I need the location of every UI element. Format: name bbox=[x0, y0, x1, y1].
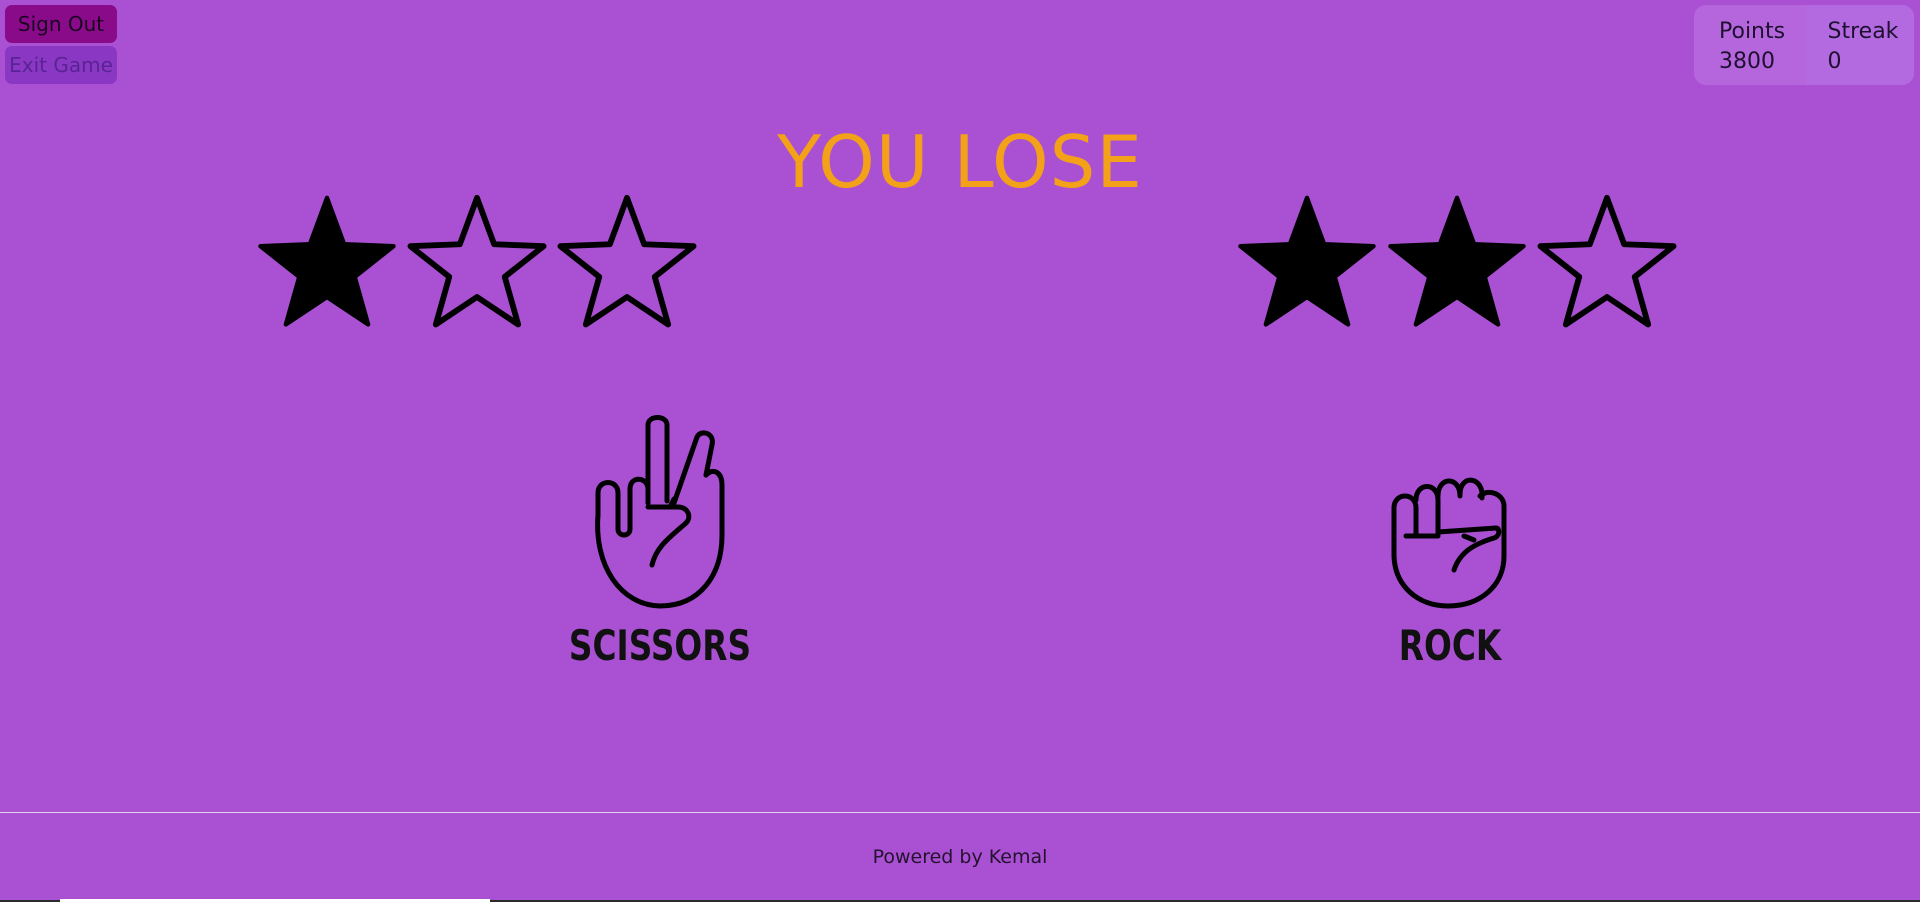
points-stat: Points 3800 bbox=[1694, 5, 1806, 85]
player-stars bbox=[254, 192, 700, 332]
star-filled-icon bbox=[1388, 195, 1526, 327]
star-empty-icon bbox=[1537, 194, 1677, 328]
footer-credit: Powered by Kemal bbox=[872, 846, 1048, 868]
scissors-hand-icon bbox=[595, 415, 725, 609]
sign-out-button[interactable]: Sign Out bbox=[5, 5, 117, 43]
star-filled-icon bbox=[258, 195, 396, 327]
rock-fist-icon bbox=[1391, 477, 1507, 609]
exit-game-button[interactable]: Exit Game bbox=[5, 46, 117, 84]
streak-label: Streak bbox=[1827, 19, 1899, 44]
player-choice-label: SCISSORS bbox=[568, 621, 752, 670]
opponent-stars bbox=[1234, 192, 1680, 332]
points-label: Points bbox=[1719, 19, 1786, 44]
star-empty-icon bbox=[407, 194, 547, 328]
streak-value: 0 bbox=[1827, 49, 1842, 74]
points-value: 3800 bbox=[1719, 49, 1775, 74]
star-empty-icon bbox=[557, 194, 697, 328]
streak-stat: Streak 0 bbox=[1805, 5, 1914, 85]
star-filled-icon bbox=[1238, 195, 1376, 327]
stats-panel: Points 3800 Streak 0 bbox=[1694, 5, 1914, 85]
opponent-choice-label: ROCK bbox=[1398, 621, 1502, 670]
footer-divider bbox=[0, 812, 1920, 813]
